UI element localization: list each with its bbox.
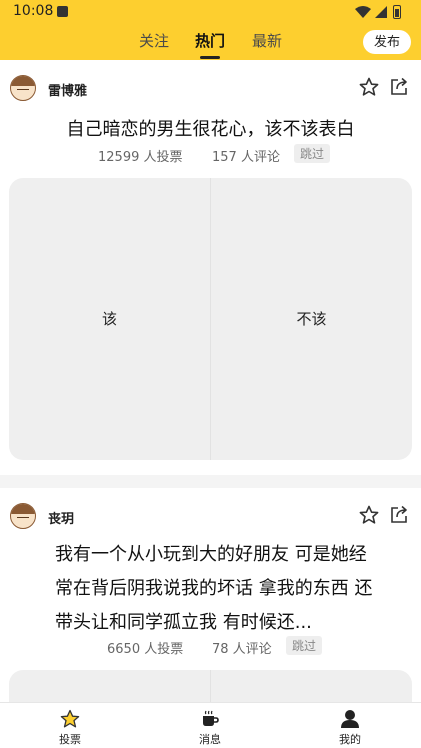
option-label: 不该 <box>296 310 327 328</box>
cup-icon <box>203 710 219 726</box>
signal-icon <box>375 6 387 18</box>
active-tab-indicator <box>200 56 220 59</box>
notification-icon <box>57 6 68 17</box>
skip-button[interactable]: 跳过 <box>286 636 323 655</box>
battery-icon <box>393 5 401 19</box>
status-time: 10:08 <box>13 3 54 19</box>
tab-new[interactable]: 最新 <box>252 30 282 51</box>
header: 10:08 关注 热门 最新 发布 <box>0 0 421 60</box>
option-yes[interactable]: 该 <box>9 178 210 460</box>
nav-vote[interactable]: 投票 <box>30 703 110 748</box>
tab-follow[interactable]: 关注 <box>139 30 169 51</box>
status-icons <box>355 5 407 19</box>
skip-button[interactable]: 跳过 <box>294 144 331 163</box>
avatar[interactable] <box>10 75 36 101</box>
question-title[interactable]: 自己暗恋的男生很花心，该不该表白 <box>0 115 421 141</box>
star-icon <box>60 709 80 728</box>
vote-options: 该 不该 <box>9 178 412 460</box>
option-label: 该 <box>101 310 117 328</box>
nav-label: 投票 <box>59 733 81 746</box>
status-bar: 10:08 <box>0 0 421 24</box>
publish-button[interactable]: 发布 <box>363 30 411 54</box>
share-icon[interactable] <box>389 77 409 97</box>
option-left[interactable] <box>9 670 210 702</box>
author-name[interactable]: 雷博雅 <box>48 80 87 99</box>
vote-options <box>9 670 412 702</box>
nav-profile[interactable]: 我的 <box>310 703 390 748</box>
tab-hot[interactable]: 热门 <box>195 30 225 51</box>
star-icon[interactable] <box>359 77 379 97</box>
nav-messages[interactable]: 消息 <box>170 703 250 748</box>
feed-tabs: 关注 热门 最新 <box>0 28 421 59</box>
share-icon[interactable] <box>389 505 409 525</box>
comment-count[interactable]: 78 人评论 <box>212 638 272 657</box>
option-no[interactable]: 不该 <box>211 178 412 460</box>
comment-count[interactable]: 157 人评论 <box>212 146 280 165</box>
bottom-nav: 投票 消息 我的 <box>0 702 421 748</box>
post-card: 雷博雅 自己暗恋的男生很花心，该不该表白 12599 人投票 157 人评论 跳… <box>0 60 421 475</box>
wifi-icon <box>355 6 371 18</box>
author-name[interactable]: 丧玥 <box>48 508 74 527</box>
nav-label: 我的 <box>339 733 361 746</box>
post-card: 丧玥 我有一个从小玩到大的好朋友 可是她经常在背后阴我说我的坏话 拿我的东西 还… <box>0 488 421 702</box>
star-icon[interactable] <box>359 505 379 525</box>
question-title[interactable]: 我有一个从小玩到大的好朋友 可是她经常在背后阴我说我的坏话 拿我的东西 还带头让… <box>55 538 375 640</box>
avatar[interactable] <box>10 503 36 529</box>
vote-count: 12599 人投票 <box>98 150 183 165</box>
option-right[interactable] <box>211 670 412 702</box>
nav-label: 消息 <box>199 733 221 746</box>
app-screen: 10:08 关注 热门 最新 发布 雷博雅 自己暗恋的男生很花心，该不该表白 1… <box>0 0 421 748</box>
vote-count: 6650 人投票 <box>107 642 184 657</box>
person-icon <box>341 710 359 728</box>
